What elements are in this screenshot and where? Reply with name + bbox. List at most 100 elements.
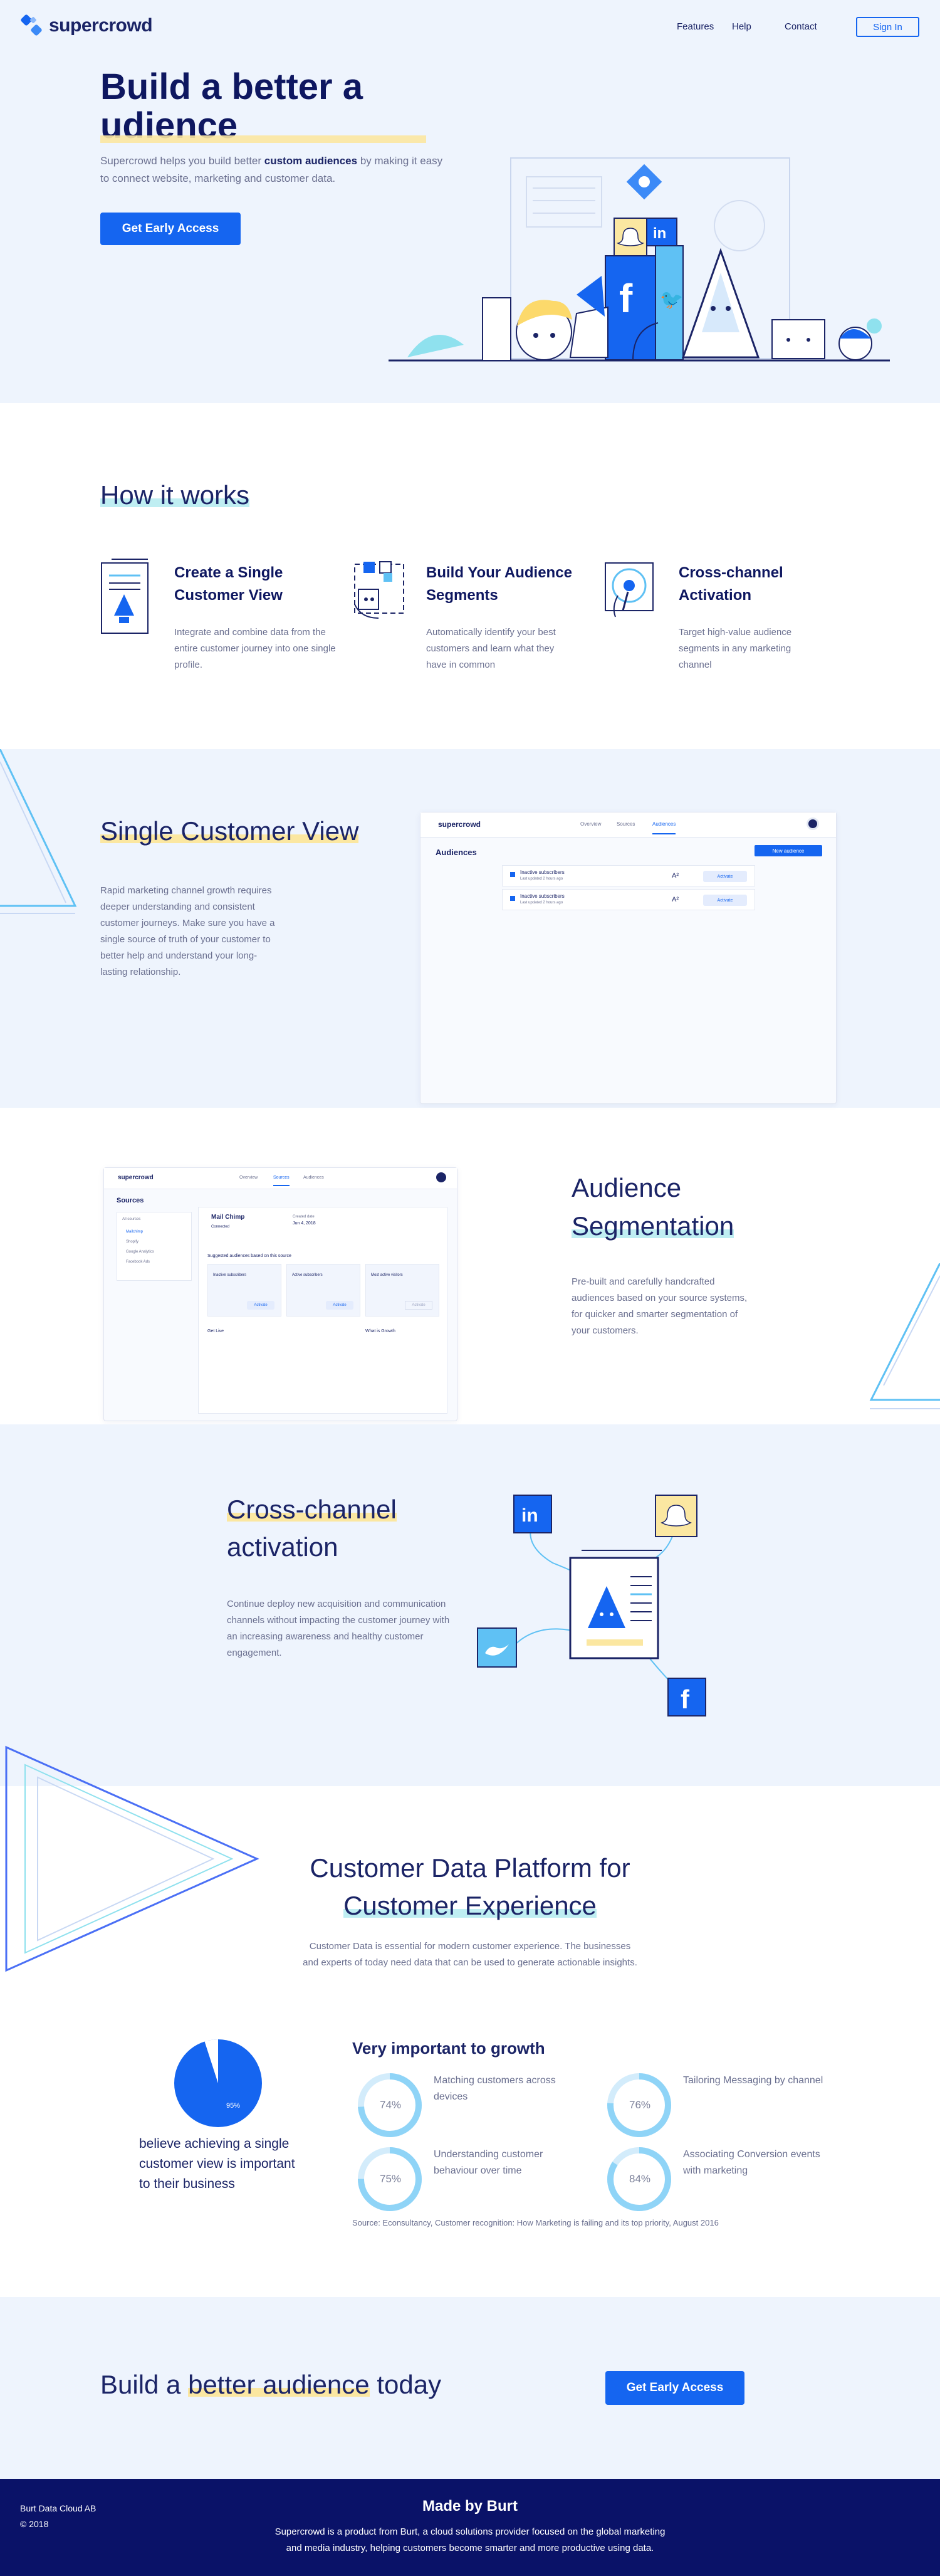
scv-mock-new-button[interactable]: New audience [755,845,822,856]
scv-mock-avatar[interactable] [807,817,819,830]
nav-contact[interactable]: Contact [785,21,835,32]
scv-mock-row-1[interactable]: Inactive subscribers Last updated 2 hour… [502,865,755,886]
seg-mock-avatar[interactable] [436,1172,446,1182]
seg-description: Pre-built and carefully handcrafted audi… [572,1276,748,1336]
hero-title-highlight [100,135,426,143]
scv-mock-tab-sources[interactable]: Sources [617,821,635,827]
seg-mock-tab-overview[interactable]: Overview [239,1175,258,1180]
pie-caption: believe achieving a single customer view… [139,2137,295,2191]
stat-value-4: 84% [629,2173,651,2185]
seg-card-title: Most active visitors [371,1273,403,1277]
seg-side-item-2[interactable]: Shopify [126,1240,138,1244]
seg-card-2[interactable]: Active subscribers Activate [286,1264,360,1317]
row-icon [510,896,515,901]
cdp-title-line1: Customer Data Platform for [310,1853,630,1883]
profile-document-icon [569,1550,662,1659]
how-title: How it works [100,476,250,515]
seg-side-item-4[interactable]: Facebook Ads [126,1260,150,1264]
cta-band-button[interactable]: Get Early Access [605,2371,744,2405]
row-activate-button[interactable]: Activate [703,871,747,882]
seg-title-line2: Segmentation [572,1207,734,1245]
row-stat: A² [672,872,679,880]
scv-decor-triangle [0,749,77,914]
linkedin-icon: in [513,1495,552,1533]
svg-text:f: f [681,1685,690,1714]
seg-connected-badge: Connected [211,1225,230,1229]
row-activate-button[interactable]: Activate [703,895,747,906]
scv-mock-tab-audiences[interactable]: Audiences [652,821,676,834]
how-item-3-title: Cross-channel Activation [679,564,783,604]
hero-facebook-icon: f [605,255,656,360]
footer-desc-1: Supercrowd is a product from Burt, a clo… [274,2526,666,2537]
seg-card-1[interactable]: Inactive subscribers Activate [207,1264,281,1317]
signin-button[interactable]: Sign In [856,17,919,37]
seg-card-button[interactable]: Activate [247,1301,274,1310]
seg-card-button[interactable]: Activate [326,1301,353,1310]
row-icon [510,872,515,877]
brand-logo[interactable]: supercrowd [20,14,153,38]
snapchat-icon [655,1495,697,1537]
hero-snapchat-icon [614,218,647,256]
nav-features[interactable]: Features [677,21,732,32]
svg-text:in: in [653,225,666,242]
hero-cta-button[interactable]: Get Early Access [100,213,241,245]
seg-mock-header: supercrowd Overview Sources Audiences [104,1168,457,1189]
seg-card-title: Inactive subscribers [213,1273,247,1277]
seg-mock-heading: Sources [117,1197,144,1204]
scv-title-text: Single Customer View [100,816,359,846]
cdp-title-line2: Customer Experience [251,1887,689,1925]
page: supercrowd Features Help Contact Sign In… [0,0,940,2576]
seg-mock-tab-audiences[interactable]: Audiences [303,1175,324,1180]
footer-made-by[interactable]: Made by Burt [0,2498,940,2515]
seg-card-title: Active subscribers [292,1273,323,1277]
stats-source: Source: Econsultancy, Customer recogniti… [352,2218,719,2227]
hero-desc-bold: custom audiences [264,155,358,167]
how-item-3-desc: Target high-value audience segments in a… [679,627,792,670]
seg-sub-heading: Suggested audiences based on this source [207,1254,291,1258]
hero-title-line1: Build a better a [100,66,363,107]
nav-help[interactable]: Help [732,21,785,32]
scv-mock-heading: Audiences [436,848,477,857]
cross-title-line2: activation [227,1532,338,1562]
stat-value-3: 75% [380,2173,402,2185]
cross-section [0,1424,940,1786]
seg-title-line2-text: Segmentation [572,1211,734,1241]
seg-card-button[interactable]: Activate [405,1301,432,1310]
facebook-icon: f [667,1678,706,1716]
seg-card-3[interactable]: Most active visitors Activate [365,1264,439,1317]
how-item-2-desc: Automatically identify your best custome… [426,627,556,670]
cdp-decor-triangle [5,1745,259,1972]
svg-text:🐦: 🐦 [660,290,683,310]
scv-mock-tab-overview[interactable]: Overview [580,821,601,827]
row-sub: Last updated 2 hours ago [520,901,563,905]
cdp-title: Customer Data Platform for Customer Expe… [251,1849,689,1925]
hero-desc-pre: Supercrowd helps you build better [100,155,264,167]
seg-mock-brand: supercrowd [118,1174,154,1181]
cta-title-pre: Build a [100,2370,189,2399]
seg-mock-sidebar: All sources Mailchimp Shopify Google Ana… [117,1212,192,1281]
seg-side-item-1[interactable]: Mailchimp [126,1230,143,1234]
seg-decor-triangle [869,1263,940,1409]
seg-mock-tab-sources[interactable]: Sources [273,1175,290,1186]
stat-item-4: 84% [604,2144,674,2217]
seg-app-mock: supercrowd Overview Sources Audiences So… [103,1167,457,1421]
cdp-title-line2-text: Customer Experience [343,1891,597,1920]
seg-title: Audience Segmentation [572,1169,734,1245]
svg-text:f: f [619,276,633,321]
seg-source-name: Mail Chimp [211,1214,245,1221]
scv-description: Rapid marketing channel growth requires … [100,885,275,977]
seg-mock-main: Mail Chimp Connected Created date Jun 4,… [198,1207,447,1414]
cross-illustration: in f [477,1495,706,1716]
row-name: Inactive subscribers [520,870,565,875]
stat-item-2: 76% [604,2070,674,2143]
seg-more-title: What is Growth [365,1329,395,1333]
scv-mock-header: supercrowd Overview Sources Audiences [420,812,836,838]
top-nav: Features Help Contact [677,21,835,32]
how-item-2-title: Build Your Audience Segments [426,564,572,604]
pie-value-text: 95% [226,2102,240,2110]
stat-label-1: Matching customers across devices [434,2075,556,2102]
scv-mock-row-2[interactable]: Inactive subscribers Last updated 2 hour… [502,889,755,910]
seg-side-item-3[interactable]: Google Analytics [126,1250,154,1254]
seg-title-line1: Audience [572,1173,682,1202]
cross-title: Cross-channel activation [227,1491,397,1566]
